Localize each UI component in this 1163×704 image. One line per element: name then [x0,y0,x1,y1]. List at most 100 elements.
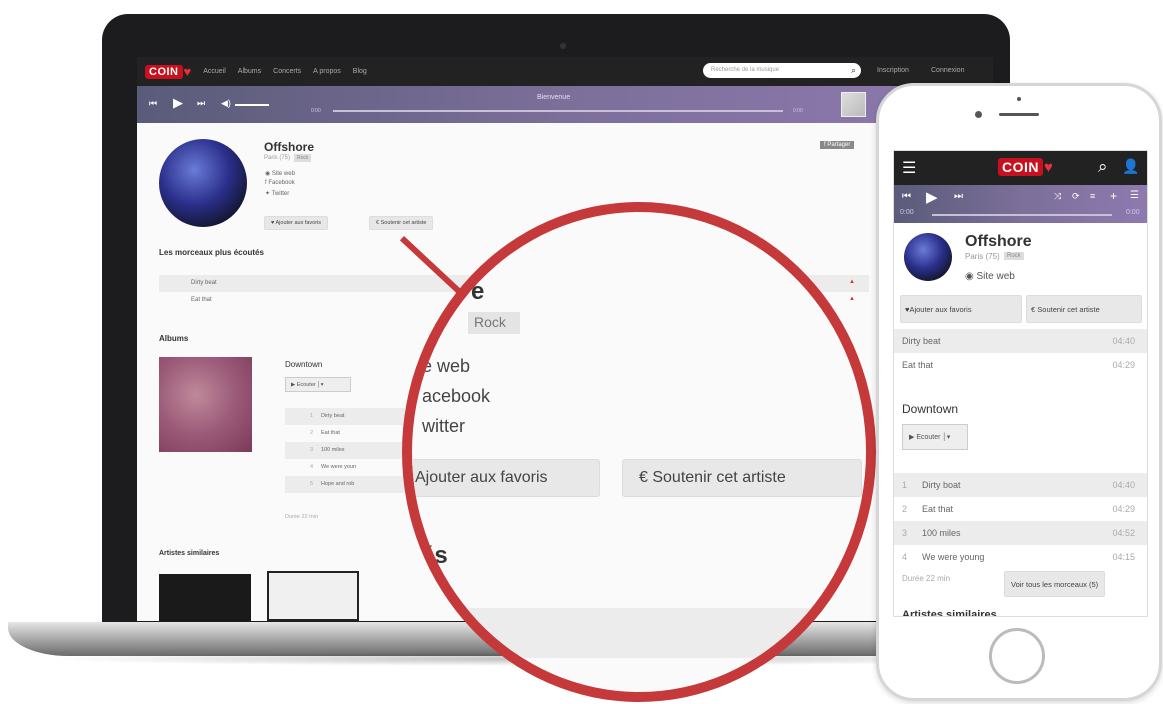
euro-icon: € [639,469,648,486]
mobile-audio-player: ⏮ ▶ ⏭ ⤨ ⟳ ≡ + ☰ 0:00 0:00 [894,185,1147,223]
globe-icon: ◉ [965,271,977,282]
previous-icon[interactable]: ⏮ [149,98,157,109]
chevron-down-icon[interactable]: │▾ [317,382,323,388]
repeat-icon[interactable]: ⟳ [1072,191,1080,202]
chevron-down-icon[interactable]: │▾ [942,434,950,441]
magnifier-circle: e Rock e web acebook witter Ajouter aux … [402,202,876,702]
magnified-facebook-link[interactable]: acebook [422,386,490,407]
nav-item-albums[interactable]: Albums [238,68,261,75]
laptop-camera [560,43,566,49]
album-track-row[interactable]: 1 Dirty boat 04:40 [894,473,1147,497]
website-link[interactable]: ◉ Site web [965,271,1015,282]
search-input[interactable]: Recherche de la musique ⌕ [703,63,861,78]
site-logo[interactable]: COIN ♥ [145,64,191,79]
search-icon[interactable]: ⌕ [851,65,856,76]
see-all-tracks-button[interactable]: Voir tous les morceaux (5) [1004,571,1106,597]
magnified-support-button[interactable]: € Soutenir cet artiste [622,459,862,497]
album-track-row[interactable]: 5 Hope and rob [285,476,405,493]
album-cover[interactable] [159,357,252,452]
share-button[interactable]: f Partager [820,141,855,149]
playlist-icon[interactable]: ≡ [1090,191,1095,201]
artist-location: Paris (75) [965,252,1000,261]
nav-item-concerts[interactable]: Concerts [273,68,301,75]
add-icon[interactable]: + [1110,189,1117,203]
track-title: Hope and rob [321,481,355,487]
artist-location: Paris (75) [264,155,291,161]
add-favorite-button[interactable]: ♥ Ajouter aux favoris [264,216,329,230]
magnified-artist-name: e [471,278,485,305]
nav-item-blog[interactable]: Blog [353,68,367,75]
track-thumbnail [841,92,866,117]
share-label: Partager [827,142,851,148]
album-track-row[interactable]: 4 We were young 04:15 [894,545,1147,569]
listen-button[interactable]: ▶ Ecouter │▾ [285,377,351,392]
signup-link[interactable]: Inscription [877,67,909,74]
album-track-row[interactable]: 3 100 miles [285,442,405,459]
genre-badge: Rock [1004,252,1024,260]
phone-camera [975,111,982,118]
globe-icon: ◉ [265,171,272,177]
album-track-row[interactable]: 2 Eat that [285,425,405,442]
logo-text: COIN [145,64,183,79]
search-icon[interactable]: ⌕ [1098,157,1108,177]
listen-button[interactable]: ▶ Ecouter │▾ [902,424,968,450]
time-elapsed: 0:00 [900,209,914,216]
facebook-link[interactable]: f Facebook [265,180,295,186]
track-title: 100 miles [321,447,345,453]
track-number: 1 [309,413,313,419]
support-artist-label: Soutenir cet artiste [1037,305,1100,314]
login-link[interactable]: Connexion [931,67,964,74]
list-icon[interactable]: ☰ [1130,190,1139,201]
track-number: 5 [309,481,313,487]
similar-artist-card[interactable] [159,574,251,621]
album-track-row[interactable]: 4 We were youn [285,459,405,476]
volume-icon[interactable]: ◀) [221,98,231,109]
add-favorite-button[interactable]: ♥Ajouter aux favoris [900,295,1022,323]
next-icon[interactable]: ⏭ [197,98,205,109]
site-logo[interactable]: COIN ♥ [998,158,1053,176]
progress-bar[interactable] [333,110,783,112]
track-duration: 04:40 [1112,480,1135,490]
track-duration: 04:40 [1112,336,1135,346]
artist-avatar [159,139,247,227]
genre-badge: Rock [294,154,312,162]
track-title: Eat that [902,360,934,370]
phone-home-button[interactable] [989,628,1045,684]
next-icon[interactable]: ⏭ [954,191,963,202]
album-duration: Durée 22 min [285,514,319,520]
twitter-icon: ✦ [265,191,272,197]
listen-label: Ecouter [296,382,316,388]
popular-track-row[interactable]: Eat that 04:29 [894,353,1147,377]
nav-item-home[interactable]: Accueil [203,68,226,75]
magnified-website-link[interactable]: e web [422,356,470,377]
progress-bar[interactable] [932,214,1112,216]
add-user-icon[interactable]: 👤 [1122,158,1139,175]
magnified-twitter-link[interactable]: witter [422,416,465,437]
play-icon[interactable]: ▶ [926,188,938,206]
website-link[interactable]: ◉ Site web [265,170,295,177]
magnified-add-favorite-button[interactable]: Ajouter aux favoris [412,459,600,497]
play-icon[interactable]: ▶ [173,95,183,111]
menu-icon[interactable]: ☰ [902,158,916,178]
track-title: Dirty beat [902,336,941,346]
twitter-label: Twitter [271,191,290,197]
album-track-row[interactable]: 1 Dirty beat [285,408,405,425]
shuffle-icon[interactable]: ⤨ [1054,191,1061,202]
popular-track-row[interactable]: Dirty beat 04:40 [894,329,1147,353]
album-track-row[interactable]: 2 Eat that 04:29 [894,497,1147,521]
similar-artist-card[interactable] [267,571,359,621]
search-placeholder: Recherche de la musique [711,67,780,73]
magnified-section-heading: és [421,542,448,569]
track-title: Bienvenue [537,94,571,101]
phone-sensor [1017,97,1021,101]
nav-item-about[interactable]: A propos [313,68,341,75]
support-artist-button[interactable]: € Soutenir cet artiste [1026,295,1142,323]
track-title: Dirty beat [321,413,345,419]
album-track-row[interactable]: 3 100 miles 04:52 [894,521,1147,545]
magnified-support-label: Soutenir cet artiste [652,469,786,486]
see-all-tracks-label: Voir tous les morceaux (5) [1011,580,1099,589]
previous-icon[interactable]: ⏮ [902,191,911,202]
facebook-label: Facebook [268,180,295,186]
volume-slider[interactable] [235,104,269,106]
twitter-link[interactable]: ✦ Twitter [265,190,289,197]
